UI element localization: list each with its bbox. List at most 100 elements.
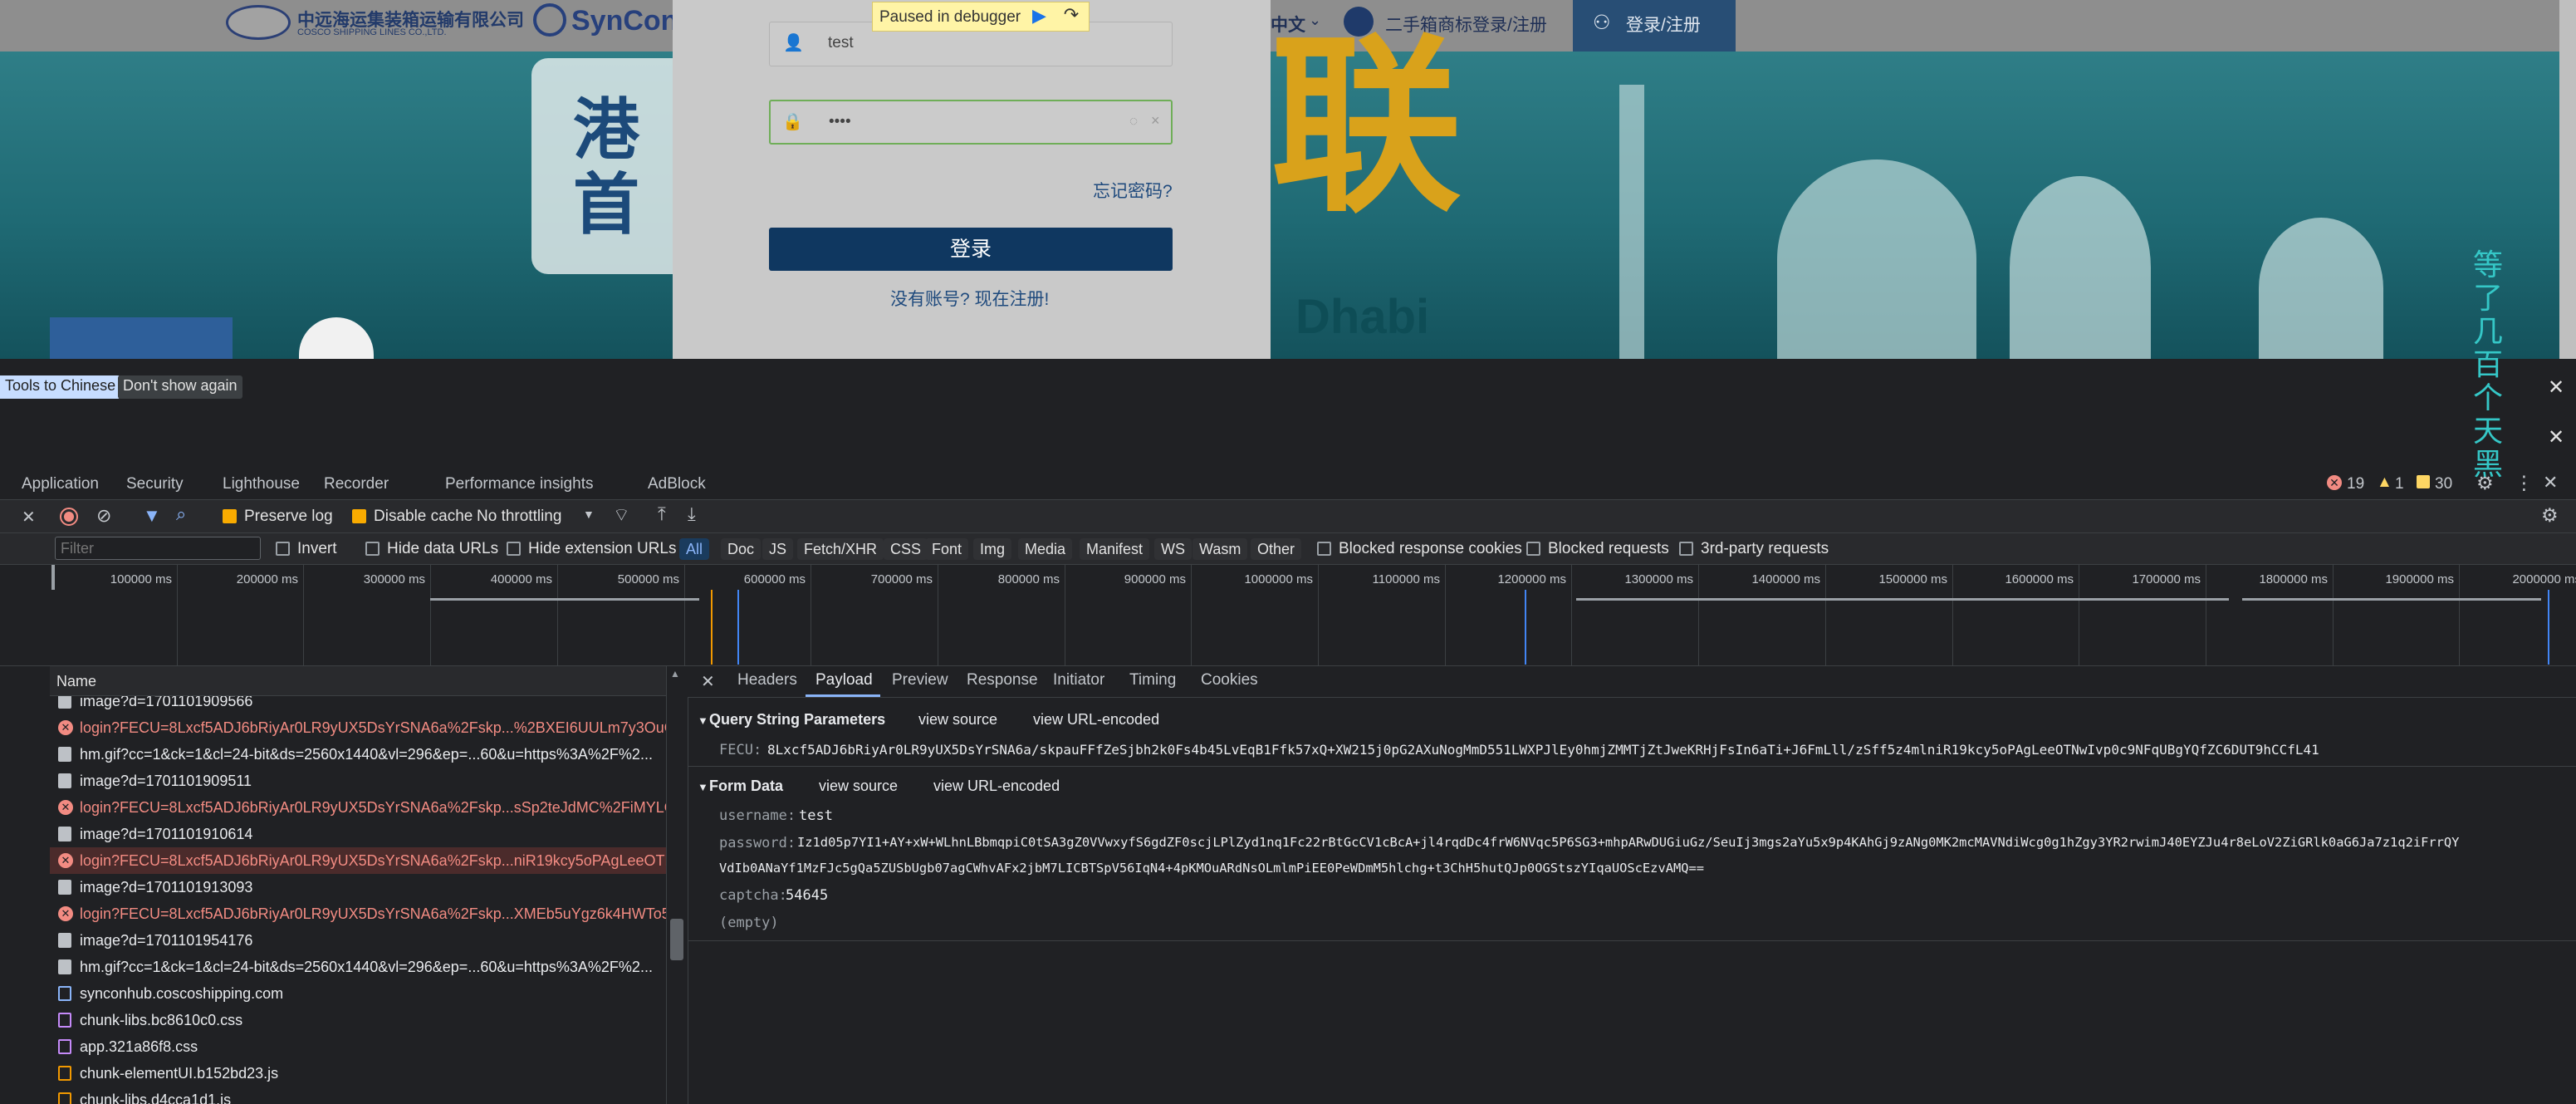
resume-icon[interactable]: ▶ — [1032, 5, 1046, 27]
tab-initiator[interactable]: Initiator — [1053, 671, 1104, 689]
invert-checkbox[interactable] — [276, 542, 290, 556]
type-filter-media[interactable]: Media — [1018, 538, 1073, 560]
close-icon[interactable]: ✕ — [2548, 375, 2564, 400]
search-icon[interactable]: ⌕ — [176, 503, 186, 525]
tab-payload[interactable]: Payload — [815, 671, 873, 689]
tab-headers[interactable]: Headers — [737, 671, 797, 689]
error-count[interactable]: 19 — [2347, 475, 2364, 493]
type-filter-font[interactable]: Font — [925, 538, 969, 560]
network-settings-icon[interactable]: ⚙ — [2541, 504, 2559, 527]
tab-preview[interactable]: Preview — [892, 671, 948, 689]
close-devtools-icon[interactable]: ✕ — [2543, 472, 2558, 493]
type-filter-img[interactable]: Img — [973, 538, 1012, 560]
tab-timing[interactable]: Timing — [1129, 671, 1176, 689]
request-row[interactable]: image?d=1701101909511 — [50, 768, 666, 794]
tab-cookies[interactable]: Cookies — [1201, 671, 1258, 689]
type-filter-ws[interactable]: WS — [1154, 538, 1192, 560]
hide-extension-urls-checkbox[interactable] — [507, 542, 521, 556]
qsp-view-source-link[interactable]: view source — [918, 711, 997, 729]
close-details-icon[interactable]: ✕ — [701, 671, 715, 692]
eye-off-icon[interactable]: ◌ — [1129, 113, 1138, 130]
export-har-icon[interactable]: ⤓ — [688, 503, 696, 525]
banner-big-char: 联 — [1271, 20, 1462, 233]
third-party-requests-checkbox[interactable] — [1679, 542, 1693, 556]
blocked-requests-checkbox[interactable] — [1526, 542, 1540, 556]
type-filter-js[interactable]: JS — [762, 538, 794, 560]
request-name: login?FECU=8Lxcf5ADJ6bRiyAr0LR9yUX5DsYrS… — [80, 852, 666, 869]
tab-application[interactable]: Application — [22, 475, 99, 493]
clear-icon[interactable]: × — [1151, 112, 1160, 130]
register-link[interactable]: 没有账号? 现在注册! — [890, 286, 1049, 311]
expand-triangle-icon[interactable]: ▼ — [698, 714, 708, 727]
scroll-thumb[interactable] — [670, 919, 683, 960]
promo-banner: 港 首 联 Dhabi — [0, 32, 2576, 359]
user-icon: ⚇ — [1593, 12, 1611, 34]
info-count[interactable]: 30 — [2435, 475, 2452, 493]
file-icon — [58, 773, 71, 788]
request-row-failed[interactable]: ✕ login?FECU=8Lxcf5ADJ6bRiyAr0LR9yUX5DsYr… — [50, 714, 666, 741]
tab-lighthouse[interactable]: Lighthouse — [223, 475, 300, 493]
request-row[interactable]: synconhub.coscoshipping.com — [50, 980, 666, 1007]
step-over-icon[interactable]: ↷ — [1059, 4, 1084, 27]
qsp-view-url-encoded-link[interactable]: view URL-encoded — [1033, 711, 1159, 729]
request-row[interactable]: app.321a86f8.css — [50, 1033, 666, 1060]
request-row[interactable]: image?d=1701101913093 — [50, 874, 666, 900]
page-scrollbar[interactable] — [2559, 0, 2576, 359]
dont-show-again-button[interactable]: Don't show again — [118, 375, 242, 399]
request-row-failed[interactable]: ✕ login?FECU=8Lxcf5ADJ6bRiyAr0LR9yUX5DsYr… — [50, 794, 666, 821]
disable-cache-checkbox[interactable] — [352, 509, 366, 523]
warning-count[interactable]: 1 — [2395, 475, 2404, 493]
request-row[interactable]: hm.gif?cc=1&ck=1&cl=24-bit&ds=2560x1440&… — [50, 954, 666, 980]
filter-icon[interactable]: ▼ — [143, 505, 161, 527]
tab-adblock[interactable]: AdBlock — [648, 475, 706, 493]
form-view-source-link[interactable]: view source — [819, 778, 898, 795]
switch-language-button[interactable]: Tools to Chinese — [0, 375, 121, 399]
login-button[interactable]: 登录 — [769, 228, 1173, 271]
request-row-failed[interactable]: ✕ login?FECU=8Lxcf5ADJ6bRiyAr0LR9yUX5DsYr… — [50, 900, 666, 927]
network-overview-timeline[interactable]: 100000 ms 200000 ms 300000 ms 400000 ms 5000… — [0, 565, 2576, 666]
import-har-icon[interactable]: ⤒ — [658, 503, 666, 525]
request-row[interactable]: chunk-libs.bc8610c0.css — [50, 1007, 666, 1033]
name-column-header[interactable]: Name — [56, 673, 96, 690]
request-list-scrollbar[interactable]: ▲ — [666, 666, 688, 1104]
password-field[interactable]: 🔒 •••• ◌ × — [769, 100, 1173, 145]
type-filter-other[interactable]: Other — [1251, 538, 1302, 560]
request-row-failed[interactable]: ✕ login?FECU=8Lxcf5ADJ6bRiyAr0LR9yUX5DsYr… — [50, 847, 666, 874]
request-name: synconhub.coscoshipping.com — [80, 985, 284, 1002]
expand-triangle-icon[interactable]: ▼ — [698, 781, 708, 793]
preserve-log-checkbox[interactable] — [223, 509, 237, 523]
more-vert-icon[interactable]: ⋮ — [2515, 472, 2534, 494]
tab-performance-insights[interactable]: Performance insights — [445, 475, 593, 493]
timeline-range-handle-left[interactable] — [51, 565, 55, 590]
record-icon[interactable] — [60, 508, 78, 526]
request-row[interactable]: image?d=1701101954176 — [50, 927, 666, 954]
tab-security[interactable]: Security — [126, 475, 184, 493]
clear-log-icon[interactable]: ⊘ — [96, 505, 111, 527]
hide-data-urls-checkbox[interactable] — [365, 542, 380, 556]
request-row[interactable]: chunk-libs.d4cca1d1.js — [50, 1087, 666, 1104]
form-data-title[interactable]: Form Data — [709, 778, 783, 795]
close-icon[interactable]: ✕ — [2548, 425, 2564, 449]
tab-response[interactable]: Response — [967, 671, 1038, 689]
type-filter-wasm[interactable]: Wasm — [1193, 538, 1248, 560]
type-filter-all[interactable]: All — [679, 538, 710, 560]
throttling-select[interactable]: No throttling — [477, 508, 561, 526]
form-view-url-encoded-link[interactable]: view URL-encoded — [933, 778, 1060, 795]
close-icon[interactable]: ✕ — [22, 507, 36, 527]
blocked-response-cookies-checkbox[interactable] — [1317, 542, 1331, 556]
document-icon — [58, 986, 71, 1001]
tab-recorder[interactable]: Recorder — [324, 475, 389, 493]
type-filter-doc[interactable]: Doc — [721, 538, 762, 560]
scroll-up-arrow[interactable]: ▲ — [670, 668, 680, 680]
request-row[interactable]: hm.gif?cc=1&ck=1&cl=24-bit&ds=2560x1440&… — [50, 741, 666, 768]
request-row[interactable]: image?d=1701101910614 — [50, 821, 666, 847]
query-string-parameters-title[interactable]: Query String Parameters — [709, 711, 885, 729]
type-filter-manifest[interactable]: Manifest — [1080, 538, 1150, 560]
type-filter-css[interactable]: CSS — [884, 538, 928, 560]
request-row[interactable]: chunk-elementUI.b152bd23.js — [50, 1060, 666, 1087]
timeline-tick-label: 300000 ms — [363, 572, 425, 586]
filter-input[interactable] — [55, 537, 261, 560]
forgot-password-link[interactable]: 忘记密码? — [1093, 178, 1173, 203]
type-filter-fetch-xhr[interactable]: Fetch/XHR — [797, 538, 884, 560]
network-conditions-icon[interactable]: ⌔ — [613, 503, 630, 527]
